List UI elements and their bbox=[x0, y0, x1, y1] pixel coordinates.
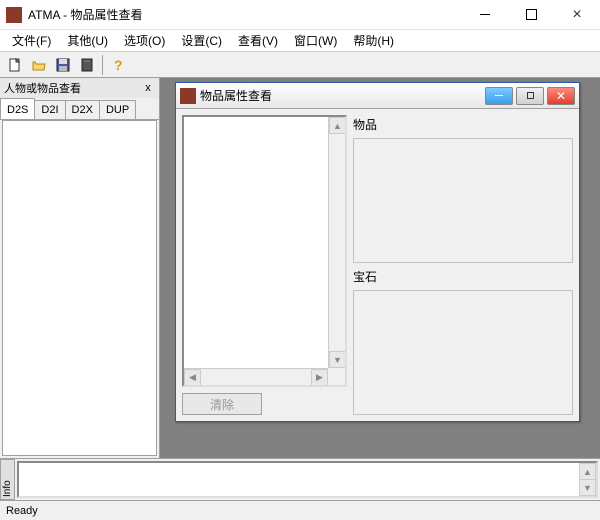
open-icon bbox=[32, 58, 46, 72]
menu-window[interactable]: 窗口(W) bbox=[286, 30, 345, 51]
save-icon bbox=[56, 58, 70, 72]
status-text: Ready bbox=[6, 505, 38, 517]
toolbar: ? bbox=[0, 52, 600, 78]
new-button[interactable] bbox=[4, 54, 26, 76]
statusbar: Ready bbox=[0, 500, 600, 520]
menu-help[interactable]: 帮助(H) bbox=[345, 30, 402, 51]
horizontal-scrollbar[interactable]: ◀ ▶ bbox=[184, 368, 328, 385]
app-icon bbox=[6, 7, 22, 23]
sidebar-title-text: 人物或物品查看 bbox=[4, 80, 81, 96]
child-title: 物品属性查看 bbox=[200, 87, 485, 104]
menu-view[interactable]: 查看(V) bbox=[230, 30, 286, 51]
menu-file[interactable]: 文件(F) bbox=[4, 30, 59, 51]
gem-box bbox=[353, 290, 573, 415]
tab-d2x[interactable]: D2X bbox=[65, 100, 100, 119]
scroll-corner bbox=[328, 368, 345, 385]
info-scroll-down-icon[interactable]: ▼ bbox=[579, 479, 596, 496]
main-titlebar: ATMA - 物品属性查看 × bbox=[0, 0, 600, 30]
child-window: 物品属性查看 ✕ ▲ ▼ ◀ ▶ bbox=[175, 82, 580, 422]
scroll-left-icon[interactable]: ◀ bbox=[184, 369, 201, 386]
save-button[interactable] bbox=[52, 54, 74, 76]
menu-other[interactable]: 其他(U) bbox=[59, 30, 116, 51]
delete-button[interactable] bbox=[76, 54, 98, 76]
scroll-up-icon[interactable]: ▲ bbox=[329, 117, 346, 134]
clear-button[interactable]: 清除 bbox=[182, 393, 262, 415]
info-panel: Info ▲ ▼ bbox=[0, 458, 600, 500]
open-button[interactable] bbox=[28, 54, 50, 76]
scroll-right-icon[interactable]: ▶ bbox=[311, 369, 328, 386]
window-title: ATMA - 物品属性查看 bbox=[28, 6, 462, 23]
vertical-scrollbar[interactable]: ▲ ▼ bbox=[328, 117, 345, 368]
child-window-controls: ✕ bbox=[485, 87, 575, 105]
sidebar: 人物或物品查看 x D2S D2I D2X DUP bbox=[0, 78, 160, 458]
menu-options[interactable]: 选项(O) bbox=[116, 30, 173, 51]
info-tab[interactable]: Info bbox=[0, 459, 15, 500]
menubar: 文件(F) 其他(U) 选项(O) 设置(C) 查看(V) 窗口(W) 帮助(H… bbox=[0, 30, 600, 52]
help-button[interactable]: ? bbox=[107, 54, 129, 76]
child-body: ▲ ▼ ◀ ▶ 清除 物品 宝石 bbox=[176, 109, 579, 421]
gem-label: 宝石 bbox=[353, 267, 573, 286]
sidebar-list[interactable] bbox=[2, 120, 157, 456]
scroll-down-icon[interactable]: ▼ bbox=[329, 351, 346, 368]
tab-dup[interactable]: DUP bbox=[99, 100, 136, 119]
child-app-icon bbox=[180, 88, 196, 104]
sidebar-tabs: D2S D2I D2X DUP bbox=[0, 98, 159, 120]
help-icon: ? bbox=[111, 58, 125, 72]
right-panel: 物品 宝石 bbox=[353, 115, 573, 415]
item-listbox[interactable]: ▲ ▼ ◀ ▶ bbox=[182, 115, 347, 387]
info-scroll-up-icon[interactable]: ▲ bbox=[579, 463, 596, 480]
delete-icon bbox=[80, 58, 94, 72]
new-icon bbox=[8, 58, 22, 72]
maximize-button[interactable] bbox=[508, 0, 554, 30]
sidebar-header: 人物或物品查看 x bbox=[0, 78, 159, 98]
toolbar-separator bbox=[102, 55, 103, 75]
main-area: 人物或物品查看 x D2S D2I D2X DUP 物品属性查看 ✕ bbox=[0, 78, 600, 458]
child-titlebar[interactable]: 物品属性查看 ✕ bbox=[176, 83, 579, 109]
item-box bbox=[353, 138, 573, 263]
child-close-button[interactable]: ✕ bbox=[547, 87, 575, 105]
window-controls: × bbox=[462, 0, 600, 30]
tab-d2s[interactable]: D2S bbox=[0, 98, 35, 119]
tab-d2i[interactable]: D2I bbox=[34, 100, 65, 119]
info-content[interactable]: ▲ ▼ bbox=[17, 461, 598, 498]
left-panel: ▲ ▼ ◀ ▶ 清除 bbox=[182, 115, 347, 415]
sidebar-close-button[interactable]: x bbox=[141, 81, 155, 95]
menu-settings[interactable]: 设置(C) bbox=[173, 30, 230, 51]
minimize-button[interactable] bbox=[462, 0, 508, 30]
child-maximize-button[interactable] bbox=[516, 87, 544, 105]
child-minimize-button[interactable] bbox=[485, 87, 513, 105]
mdi-client-area: 物品属性查看 ✕ ▲ ▼ ◀ ▶ bbox=[160, 78, 600, 458]
svg-text:?: ? bbox=[114, 58, 123, 72]
close-button[interactable]: × bbox=[554, 0, 600, 30]
item-label: 物品 bbox=[353, 115, 573, 134]
